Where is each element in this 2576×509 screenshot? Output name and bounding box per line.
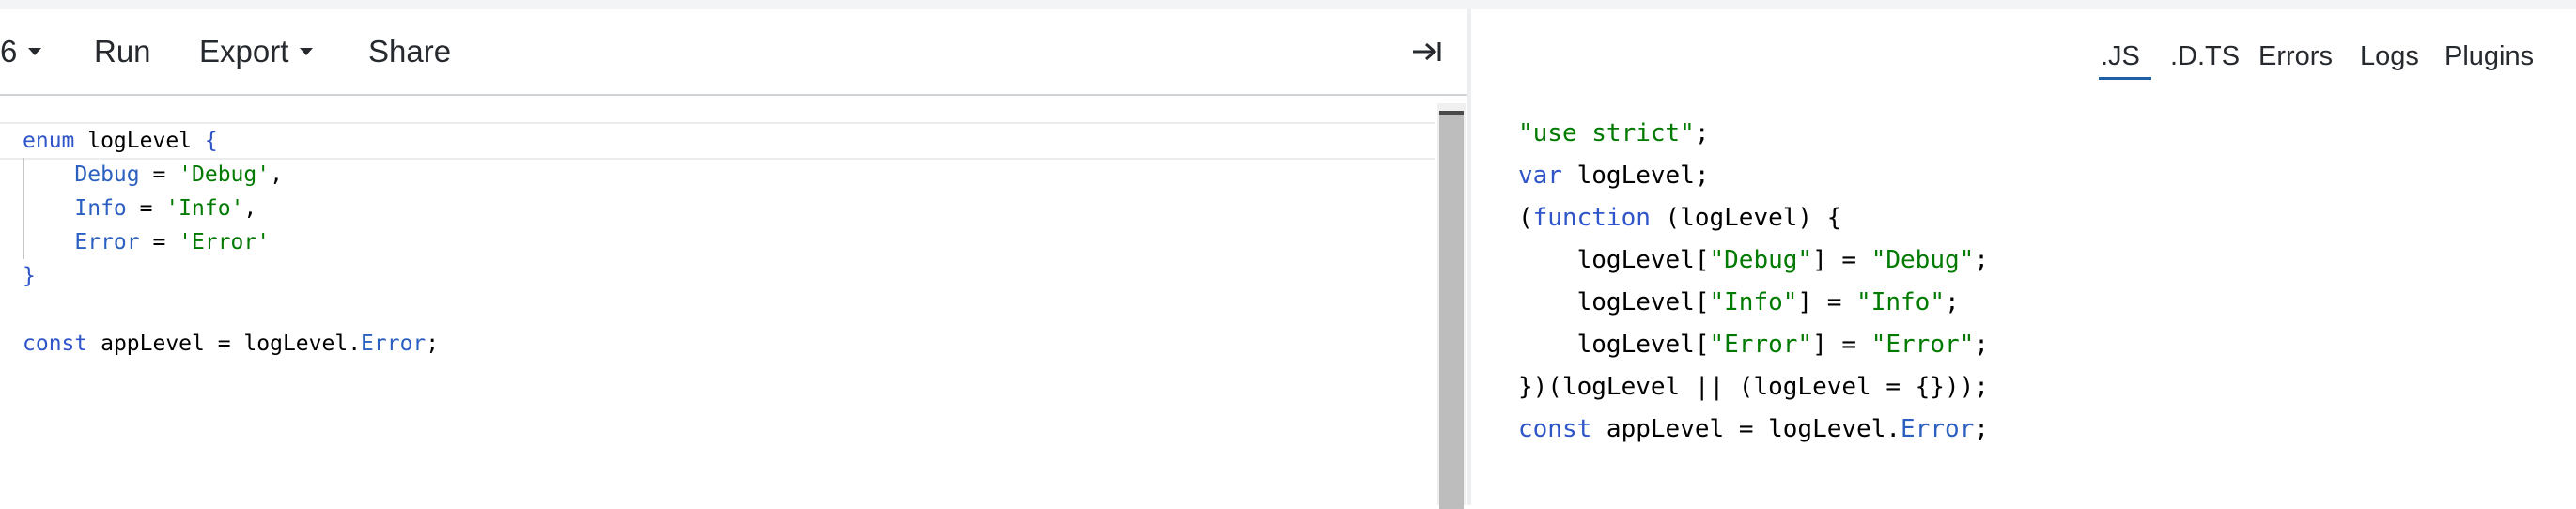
output-line: })(logLevel || (logLevel = {})); (1518, 373, 1989, 401)
top-strip (0, 0, 2576, 9)
tab-js[interactable]: .JS (2101, 36, 2140, 77)
editor-scrollbar-thumb[interactable] (1439, 111, 1464, 509)
output-line: logLevel["Debug"] = "Debug"; (1518, 246, 1989, 274)
run-button[interactable]: Run (94, 28, 151, 75)
tab-errors[interactable]: Errors (2258, 36, 2333, 77)
output-line: const appLevel = logLevel.Error; (1518, 415, 1989, 443)
playground-toolbar: 6 Run Export Share (0, 9, 1467, 96)
tab-plugins[interactable]: Plugins (2444, 36, 2534, 77)
version-dropdown[interactable]: 6 (0, 28, 42, 75)
code-line: Info = 'Info', (23, 196, 257, 221)
share-button[interactable]: Share (368, 28, 451, 75)
code-line: const appLevel = logLevel.Error; (23, 332, 440, 356)
chevron-down-icon (28, 48, 42, 56)
editor-code: enum logLevel { Debug = 'Debug', Info = … (23, 124, 439, 361)
active-tab-underline (2099, 77, 2151, 80)
export-label: Export (199, 34, 289, 69)
chevron-down-icon (300, 48, 314, 56)
output-code: "use strict"; var logLevel; (function (l… (1518, 113, 1989, 451)
code-line: enum logLevel { (23, 129, 218, 153)
output-line: "use strict"; (1518, 119, 1710, 147)
code-line: Error = 'Error' (23, 230, 271, 254)
collapse-panel-button[interactable] (1409, 36, 1447, 68)
output-line: logLevel["Info"] = "Info"; (1518, 288, 1960, 316)
collapse-panel-icon (1413, 42, 1441, 61)
export-dropdown[interactable]: Export (199, 28, 314, 75)
editor-pane: 6 Run Export Share enum logLevel { Debug… (0, 9, 1467, 505)
code-line: } (23, 264, 36, 288)
version-label: 6 (0, 34, 18, 69)
output-line: logLevel["Error"] = "Error"; (1518, 331, 1989, 359)
tab-dts[interactable]: .D.TS (2170, 36, 2240, 77)
code-line: Debug = 'Debug', (23, 162, 283, 187)
output-line: (function (logLevel) { (1518, 204, 1842, 232)
tab-logs[interactable]: Logs (2360, 36, 2419, 77)
code-editor[interactable]: enum logLevel { Debug = 'Debug', Info = … (0, 96, 1437, 505)
output-pane: .JS .D.TS Errors Logs Plugins "use stric… (1471, 9, 2576, 505)
output-line: var logLevel; (1518, 162, 1710, 190)
